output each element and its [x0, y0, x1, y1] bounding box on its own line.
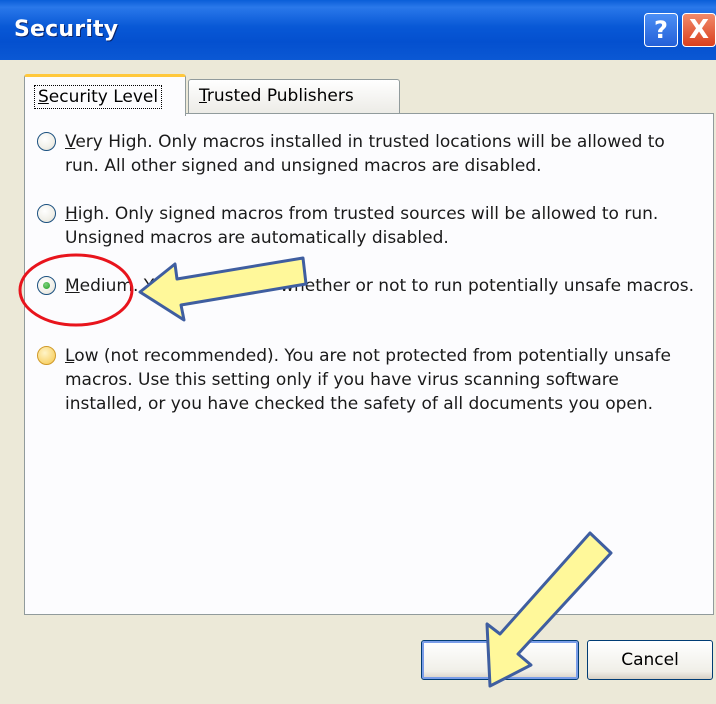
- option-low[interactable]: Low (not recommended). You are not prote…: [37, 344, 697, 416]
- security-level-panel: Very High. Only macros installed in trus…: [24, 113, 714, 615]
- security-dialog: Security ? X Security Level Trusted Publ…: [0, 0, 716, 704]
- tab-trusted-publishers-label: Trusted Publishers: [199, 86, 354, 106]
- radio-high[interactable]: [37, 204, 56, 223]
- option-medium-label: Medium. You can choose whether or not to…: [65, 276, 695, 296]
- tab-security-level[interactable]: Security Level: [24, 74, 186, 116]
- help-button[interactable]: ?: [644, 13, 678, 47]
- title-bar[interactable]: Security ? X: [0, 0, 716, 60]
- option-very-high-label: Very High. Only macros installed in trus…: [65, 132, 665, 176]
- cancel-button[interactable]: Cancel: [587, 640, 713, 680]
- close-button[interactable]: X: [682, 13, 716, 47]
- radio-very-high[interactable]: [37, 132, 56, 151]
- window-title: Security: [14, 17, 119, 42]
- option-high-label: High. Only signed macros from trusted so…: [65, 204, 659, 248]
- ok-button[interactable]: OK: [421, 640, 579, 680]
- radio-low[interactable]: [37, 346, 56, 365]
- radio-medium[interactable]: [37, 276, 56, 295]
- tab-security-level-label: Security Level: [34, 85, 163, 109]
- option-very-high[interactable]: Very High. Only macros installed in trus…: [37, 130, 697, 178]
- option-low-label: Low (not recommended). You are not prote…: [65, 346, 671, 414]
- option-high[interactable]: High. Only signed macros from trusted so…: [37, 202, 697, 250]
- tab-trusted-publishers[interactable]: Trusted Publishers: [188, 79, 400, 114]
- option-medium[interactable]: Medium. You can choose whether or not to…: [37, 274, 697, 298]
